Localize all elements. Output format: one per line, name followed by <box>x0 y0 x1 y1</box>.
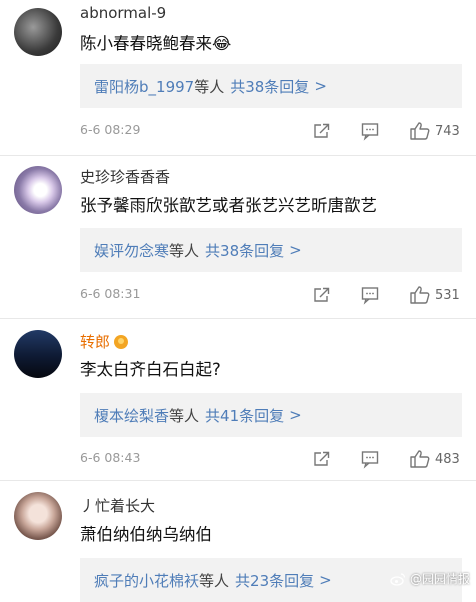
comment-time: 6-6 08:43 <box>80 450 141 465</box>
comment-icon <box>361 287 379 305</box>
username-text: 转郎 <box>80 333 111 351</box>
comment-username[interactable]: 丿忙着长大 <box>80 497 155 515</box>
reply-arrow[interactable]: > <box>319 571 332 589</box>
comment-text: 张予馨雨欣张歆艺或者张艺兴艺昕唐歆艺 <box>80 196 377 215</box>
like-count: 483 <box>435 451 460 467</box>
comment-button[interactable] <box>360 447 380 471</box>
reply-usernames[interactable]: 娱评勿念寒 <box>94 240 169 261</box>
comment-time: 6-6 08:29 <box>80 122 141 137</box>
like-count: 531 <box>435 287 460 303</box>
reply-count[interactable]: 共38条回复 <box>230 76 309 97</box>
share-button[interactable] <box>312 447 332 471</box>
comment-time: 6-6 08:31 <box>80 286 141 301</box>
reply-usernames[interactable]: 雷阳杨b_1997 <box>94 76 194 97</box>
vip-badge-icon <box>114 335 129 349</box>
thumbs-up-icon <box>410 286 430 304</box>
reply-suffix: 等人 <box>169 241 200 260</box>
avatar[interactable] <box>14 492 62 540</box>
comment-button[interactable] <box>360 283 380 307</box>
reply-count[interactable]: 共41条回复 <box>205 405 284 426</box>
share-icon <box>314 451 330 466</box>
reply-arrow[interactable]: > <box>289 406 302 424</box>
divider <box>0 318 476 319</box>
like-button[interactable]: 483 <box>409 447 460 471</box>
thumbs-up-icon <box>410 450 430 468</box>
reply-usernames[interactable]: 疯子的小花棉袄 <box>94 570 199 591</box>
avatar[interactable] <box>14 8 62 56</box>
reply-arrow[interactable]: > <box>289 241 302 259</box>
comment-meta: 6-6 08:29 743 <box>80 119 462 143</box>
comment-meta: 6-6 08:43 483 <box>80 447 462 471</box>
watermark: @园园情报 <box>390 570 470 587</box>
divider <box>0 480 476 481</box>
share-button[interactable] <box>312 119 332 143</box>
avatar[interactable] <box>14 330 62 378</box>
comment-username[interactable]: 史珍珍香香香 <box>80 168 170 186</box>
share-icon <box>314 123 330 138</box>
share-icon <box>314 287 330 302</box>
comment-button[interactable] <box>360 119 380 143</box>
comment-meta: 6-6 08:31 531 <box>80 283 462 307</box>
divider <box>0 155 476 156</box>
watermark-text: @园园情报 <box>409 572 470 586</box>
reply-suffix: 等人 <box>194 77 225 96</box>
comment-username[interactable]: abnormal-9 <box>80 4 166 22</box>
comment-icon <box>361 123 379 141</box>
thumbs-up-icon <box>410 122 430 140</box>
reply-arrow[interactable]: > <box>314 77 327 95</box>
reply-count[interactable]: 共23条回复 <box>235 570 314 591</box>
reply-count[interactable]: 共38条回复 <box>205 240 284 261</box>
like-button[interactable]: 743 <box>409 119 460 143</box>
comment-text: 陈小春春晓鲍春来😂 <box>80 34 232 53</box>
weibo-logo-icon <box>390 572 406 586</box>
avatar[interactable] <box>14 166 62 214</box>
like-count: 743 <box>435 123 460 139</box>
share-button[interactable] <box>312 283 332 307</box>
comment-text: 李太白齐白石白起? <box>80 360 221 379</box>
reply-summary[interactable]: 榎本绘梨香 等人 共41条回复 > <box>80 393 462 437</box>
reply-suffix: 等人 <box>169 406 200 425</box>
reply-summary[interactable]: 雷阳杨b_1997 等人 共38条回复 > <box>80 64 462 108</box>
comment-username[interactable]: 转郎 <box>80 333 129 351</box>
reply-summary[interactable]: 娱评勿念寒 等人 共38条回复 > <box>80 228 462 272</box>
reply-suffix: 等人 <box>199 571 230 590</box>
comment-text: 萧伯纳伯纳乌纳伯 <box>80 525 212 544</box>
reply-usernames[interactable]: 榎本绘梨香 <box>94 405 169 426</box>
like-button[interactable]: 531 <box>409 283 460 307</box>
comment-icon <box>361 451 379 469</box>
